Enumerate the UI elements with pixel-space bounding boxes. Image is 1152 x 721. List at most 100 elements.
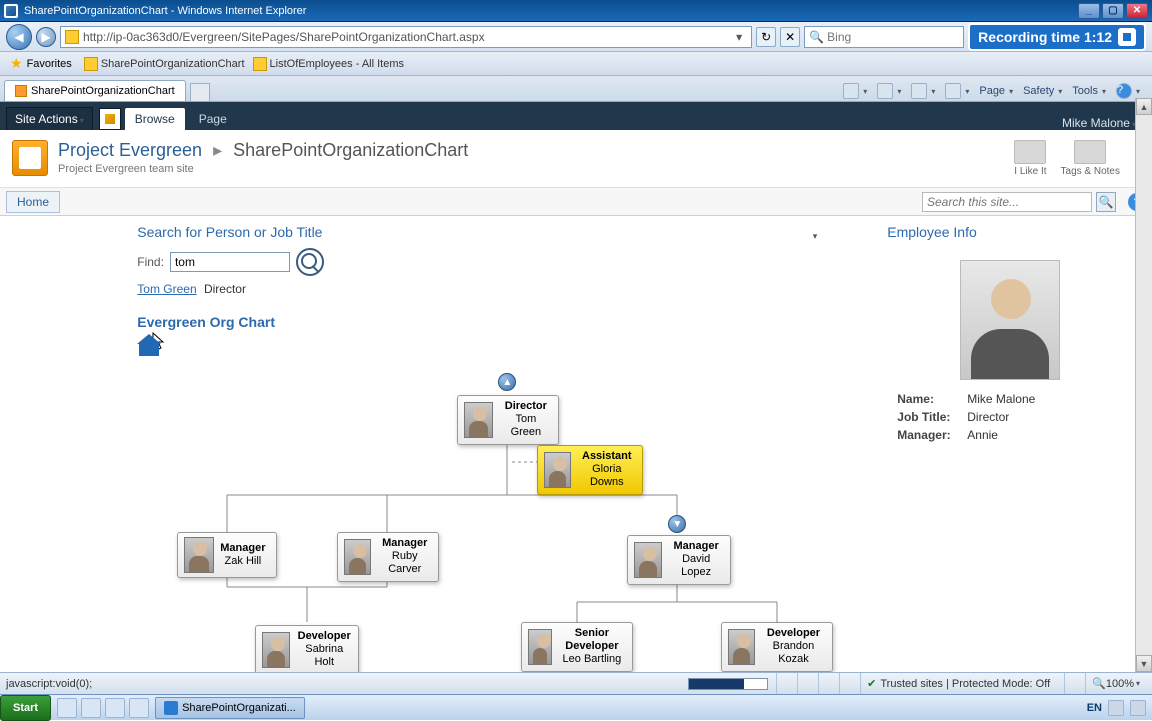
ie-icon xyxy=(164,701,178,715)
recording-indicator[interactable]: Recording time 1:12 xyxy=(968,23,1146,51)
emp-job-label: Job Title: xyxy=(897,410,967,424)
site-search-input[interactable] xyxy=(922,192,1092,212)
progress-bar xyxy=(688,678,768,690)
find-search-button[interactable] xyxy=(296,248,324,276)
status-security-zone[interactable]: ✔ Trusted sites | Protected Mode: Off xyxy=(860,673,1056,695)
print-icon xyxy=(945,83,961,99)
address-dropdown[interactable]: ▾ xyxy=(731,30,747,44)
cmd-safety-menu[interactable]: Safety xyxy=(1023,85,1062,97)
help-icon: ? xyxy=(1116,83,1132,99)
new-tab-button[interactable] xyxy=(190,83,210,101)
nav-down-button[interactable]: ▼ xyxy=(668,515,686,533)
favbar-link-orgchart[interactable]: SharePointOrganizationChart xyxy=(84,57,245,71)
breadcrumb-project[interactable]: Project Evergreen xyxy=(58,140,202,160)
avatar-icon xyxy=(262,632,290,668)
nav-up-button[interactable]: ▲ xyxy=(498,373,516,391)
taskbar-app-button[interactable]: SharePointOrganizati... xyxy=(155,697,305,719)
ribbon-tab-browse[interactable]: Browse xyxy=(125,108,185,130)
back-button[interactable]: ◀ xyxy=(6,24,32,50)
node-mgr2[interactable]: ManagerRuby Carver xyxy=(337,532,439,582)
start-button[interactable]: Start xyxy=(0,695,51,721)
browser-tab[interactable]: SharePointOrganizationChart xyxy=(4,80,186,101)
find-input[interactable] xyxy=(170,252,290,272)
browser-search-input[interactable] xyxy=(827,30,947,44)
avatar-icon xyxy=(344,539,371,575)
zoom-level[interactable]: 🔍 100% xyxy=(1085,673,1146,695)
maximize-button[interactable]: ▢ xyxy=(1102,3,1124,19)
cmd-mail-button[interactable] xyxy=(911,83,935,99)
avatar-icon xyxy=(464,402,493,438)
cmd-home-button[interactable] xyxy=(843,83,867,99)
stop-button[interactable]: ✕ xyxy=(780,27,800,47)
node-mgr3[interactable]: ManagerDavid Lopez xyxy=(627,535,731,585)
user-menu[interactable]: Mike Malone xyxy=(1052,116,1146,130)
employee-photo xyxy=(960,260,1060,380)
tab-favicon-icon xyxy=(15,85,27,97)
url-input[interactable] xyxy=(83,30,731,44)
node-mgr1[interactable]: ManagerZak Hill xyxy=(177,532,277,578)
cmd-page-menu[interactable]: Page xyxy=(979,85,1013,97)
site-description: Project Evergreen team site xyxy=(58,163,994,175)
favorites-label: Favorites xyxy=(27,58,72,70)
site-actions-menu[interactable]: Site Actions xyxy=(6,107,93,130)
quicklaunch-icon[interactable] xyxy=(105,698,125,718)
status-text: javascript:void(0); xyxy=(6,678,92,690)
recording-stop-icon[interactable] xyxy=(1118,28,1136,46)
emp-manager-value: Annie xyxy=(967,428,998,442)
find-label: Find: xyxy=(137,255,164,269)
site-logo-icon[interactable] xyxy=(12,140,48,176)
scroll-up-button[interactable]: ▲ xyxy=(1136,98,1152,115)
node-dev1[interactable]: DeveloperSabrina Holt xyxy=(255,625,359,675)
webpart-menu-icon[interactable]: ▾ xyxy=(813,231,818,242)
org-chart: ▲ DirectorTom Green AssistantGloria Down… xyxy=(137,367,877,707)
navigate-up-button[interactable] xyxy=(99,108,121,130)
vertical-scrollbar[interactable]: ▲ ▼ xyxy=(1135,98,1152,672)
emp-manager-label: Manager: xyxy=(897,428,967,442)
refresh-button[interactable]: ↻ xyxy=(756,27,776,47)
quicklaunch-icon[interactable] xyxy=(129,698,149,718)
cmd-feeds-button[interactable] xyxy=(877,83,901,99)
orgchart-heading: Evergreen Org Chart xyxy=(137,314,877,330)
emp-job-value: Director xyxy=(967,410,1009,424)
close-button[interactable]: ✕ xyxy=(1126,3,1148,19)
window-title: SharePointOrganizationChart - Windows In… xyxy=(24,5,1078,17)
node-director[interactable]: DirectorTom Green xyxy=(457,395,559,445)
like-icon xyxy=(1014,140,1046,164)
favlink-icon xyxy=(84,57,98,71)
cmd-tools-menu[interactable]: Tools xyxy=(1072,85,1106,97)
node-assistant[interactable]: AssistantGloria Downs xyxy=(537,445,643,495)
status-separator xyxy=(776,673,789,695)
minimize-button[interactable]: _ xyxy=(1078,3,1100,19)
tags-notes-button[interactable]: Tags & Notes xyxy=(1061,140,1120,177)
browser-search-box[interactable]: 🔍 xyxy=(804,26,964,48)
address-bar[interactable]: ▾ xyxy=(60,26,752,48)
search-result-row: Tom Green Director xyxy=(137,282,877,296)
node-dev3[interactable]: DeveloperBrandon Kozak xyxy=(721,622,833,672)
search-provider-icon: 🔍 xyxy=(809,30,823,44)
cmd-help-button[interactable]: ? xyxy=(1116,83,1140,99)
ribbon-tab-page[interactable]: Page xyxy=(189,108,237,130)
favbar-link-listofemployees[interactable]: ListOfEmployees - All Items xyxy=(253,57,405,71)
quicklaunch-icon[interactable] xyxy=(81,698,101,718)
tray-icon[interactable] xyxy=(1108,700,1124,716)
forward-button[interactable]: ▶ xyxy=(36,27,56,47)
node-dev2[interactable]: Senior DeveloperLeo Bartling xyxy=(521,622,633,672)
home-icon xyxy=(843,83,859,99)
search-heading: Search for Person or Job Title xyxy=(137,224,322,240)
status-separator xyxy=(1064,673,1077,695)
mail-icon xyxy=(911,83,927,99)
avatar-icon xyxy=(634,542,662,578)
favorites-button[interactable]: ★ Favorites xyxy=(6,53,76,74)
i-like-it-button[interactable]: I Like It xyxy=(1014,140,1046,177)
result-name-link[interactable]: Tom Green xyxy=(137,282,196,296)
cmd-print-button[interactable] xyxy=(945,83,969,99)
quicklaunch-icon[interactable] xyxy=(57,698,77,718)
language-indicator[interactable]: EN xyxy=(1087,702,1102,714)
recording-label: Recording time 1:12 xyxy=(978,29,1112,45)
scroll-down-button[interactable]: ▼ xyxy=(1136,655,1152,672)
site-search-button[interactable]: 🔍 xyxy=(1096,192,1116,212)
tray-icon[interactable] xyxy=(1130,700,1146,716)
topnav-home[interactable]: Home xyxy=(6,191,60,213)
orgchart-home-button[interactable] xyxy=(137,338,161,358)
star-icon: ★ xyxy=(10,55,23,72)
